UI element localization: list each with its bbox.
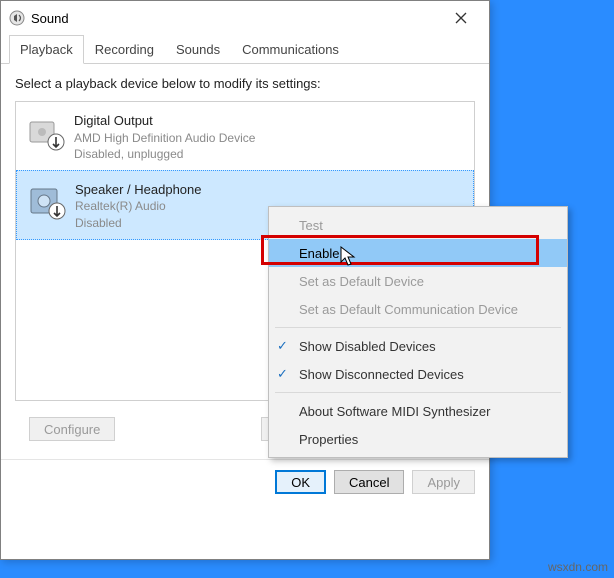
tab-strip: Playback Recording Sounds Communications <box>1 35 489 64</box>
device-icon <box>26 112 66 152</box>
titlebar: Sound <box>1 1 489 35</box>
ctx-separator <box>275 327 561 328</box>
tab-sounds[interactable]: Sounds <box>165 35 231 63</box>
device-status: Disabled, unplugged <box>74 146 255 162</box>
watermark-text: wsxdn.com <box>548 560 608 574</box>
checkmark-icon: ✓ <box>277 338 288 354</box>
ctx-label: Enable <box>299 246 339 261</box>
device-icon <box>27 181 67 221</box>
ctx-properties[interactable]: Properties <box>269 425 567 453</box>
dialog-buttons: OK Cancel Apply <box>1 459 489 506</box>
ctx-label: Set as Default Communication Device <box>299 302 518 317</box>
ctx-label: Test <box>299 218 323 233</box>
checkmark-icon: ✓ <box>277 366 288 382</box>
ctx-enable[interactable]: Enable <box>269 239 567 267</box>
ctx-set-default-comm[interactable]: Set as Default Communication Device <box>269 295 567 323</box>
sound-icon <box>9 10 25 26</box>
instruction-text: Select a playback device below to modify… <box>15 76 475 91</box>
configure-button[interactable]: Configure <box>29 417 115 441</box>
context-menu: Test Enable Set as Default Device Set as… <box>268 206 568 458</box>
ctx-test[interactable]: Test <box>269 211 567 239</box>
ctx-label: Show Disabled Devices <box>299 339 436 354</box>
ctx-set-default[interactable]: Set as Default Device <box>269 267 567 295</box>
device-status: Disabled <box>75 215 201 231</box>
ctx-label: Show Disconnected Devices <box>299 367 464 382</box>
cancel-button[interactable]: Cancel <box>334 470 404 494</box>
tab-playback[interactable]: Playback <box>9 35 84 64</box>
device-name: Digital Output <box>74 112 255 130</box>
ctx-label: Set as Default Device <box>299 274 424 289</box>
ctx-show-disabled[interactable]: ✓ Show Disabled Devices <box>269 332 567 360</box>
device-row[interactable]: Digital Output AMD High Definition Audio… <box>16 102 474 170</box>
ctx-about-midi[interactable]: About Software MIDI Synthesizer <box>269 397 567 425</box>
tab-communications[interactable]: Communications <box>231 35 350 63</box>
ctx-label: About Software MIDI Synthesizer <box>299 404 490 419</box>
device-driver: AMD High Definition Audio Device <box>74 130 255 146</box>
ctx-show-disconnected[interactable]: ✓ Show Disconnected Devices <box>269 360 567 388</box>
ctx-separator <box>275 392 561 393</box>
ctx-label: Properties <box>299 432 358 447</box>
tab-recording[interactable]: Recording <box>84 35 165 63</box>
window-title: Sound <box>31 11 441 26</box>
close-button[interactable] <box>441 4 481 32</box>
device-driver: Realtek(R) Audio <box>75 198 201 214</box>
apply-button[interactable]: Apply <box>412 470 475 494</box>
device-name: Speaker / Headphone <box>75 181 201 199</box>
ok-button[interactable]: OK <box>275 470 326 494</box>
